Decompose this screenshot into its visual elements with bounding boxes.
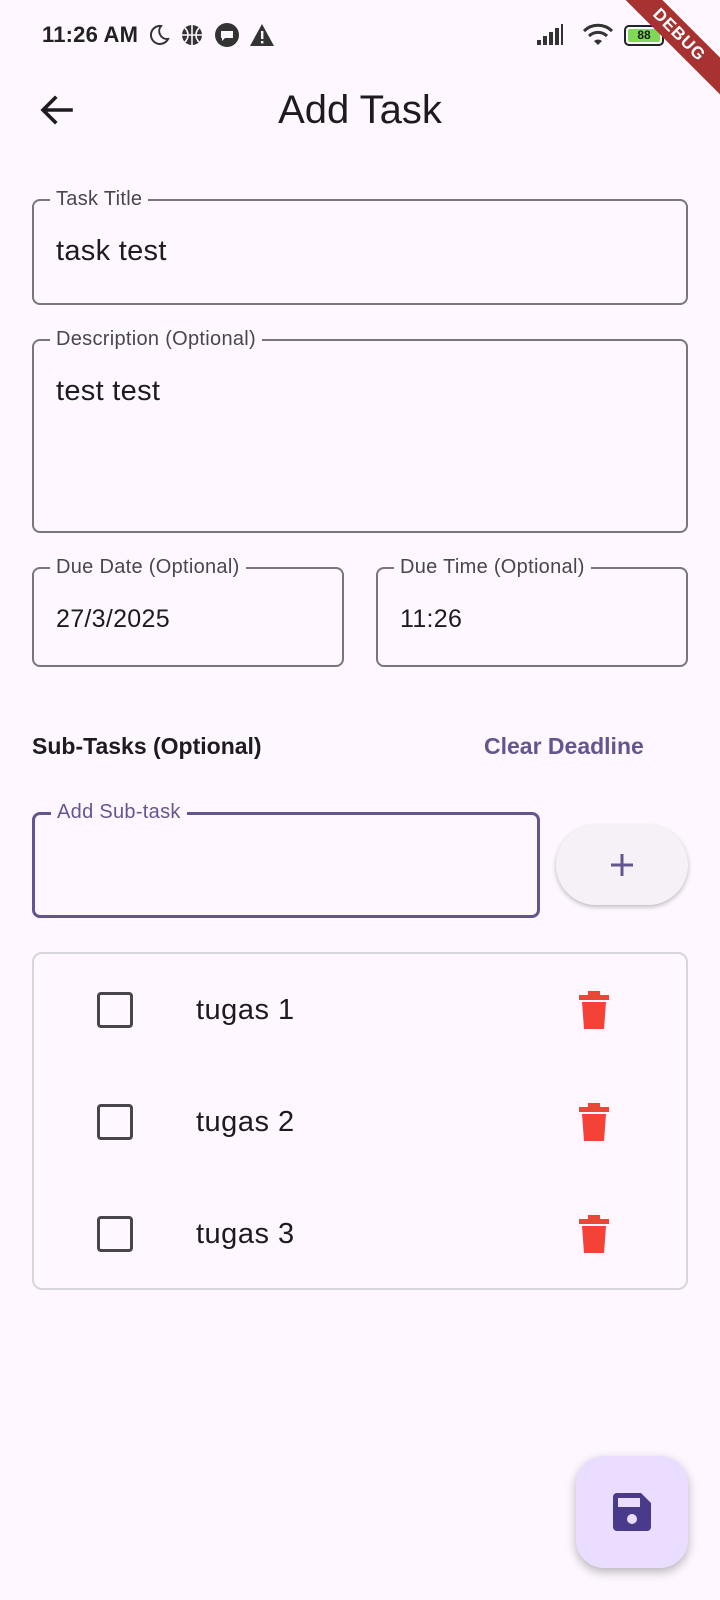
due-date-label: Due Date (Optional) [50, 556, 246, 579]
description-value: test test [56, 375, 161, 407]
wifi-icon [583, 22, 613, 48]
due-date-field[interactable]: Due Date (Optional) 27/3/2025 [32, 556, 344, 667]
subtask-checkbox[interactable] [97, 992, 133, 1028]
warning-icon [249, 22, 275, 48]
subtask-item: tugas 3 [34, 1178, 686, 1290]
due-time-value: 11:26 [400, 605, 463, 633]
page-title: Add Task [278, 88, 442, 132]
add-task-screen: 11:26 AM 88 DEBUG Add Task Task Title ta… [0, 0, 720, 1600]
task-title-label: Task Title [50, 188, 149, 211]
subtask-list: tugas 1 tugas 2 tugas 3 [32, 952, 688, 1290]
description-field[interactable]: Description (Optional) test test [32, 328, 688, 533]
status-bar: 11:26 AM 88 DEBUG [0, 0, 720, 105]
add-subtask-input[interactable] [57, 845, 515, 877]
due-time-field[interactable]: Due Time (Optional) 11:26 [376, 556, 688, 667]
subtask-checkbox[interactable] [97, 1216, 133, 1252]
subtask-item: tugas 2 [34, 1066, 686, 1178]
save-fab[interactable] [576, 1456, 688, 1568]
delete-subtask-button[interactable] [574, 1214, 614, 1254]
trash-icon [579, 1215, 609, 1253]
save-icon [613, 1493, 651, 1531]
subtask-checkbox[interactable] [97, 1104, 133, 1140]
subtask-item: tugas 1 [34, 954, 686, 1066]
task-title-field[interactable]: Task Title task test [32, 188, 688, 305]
signal-icon [535, 22, 565, 48]
add-subtask-label: Add Sub-task [51, 801, 187, 824]
plus-icon [611, 854, 633, 876]
add-subtask-button[interactable] [556, 825, 688, 905]
trash-icon [579, 991, 609, 1029]
due-time-label: Due Time (Optional) [394, 556, 591, 579]
subtask-label: tugas 3 [196, 1218, 295, 1250]
moon-icon [146, 22, 172, 48]
basketball-icon [179, 22, 205, 48]
task-title-value: task test [56, 235, 167, 267]
delete-subtask-button[interactable] [574, 1102, 614, 1142]
subtask-label: tugas 2 [196, 1106, 295, 1138]
add-subtask-field[interactable]: Add Sub-task [32, 801, 540, 918]
status-time: 11:26 AM [42, 22, 139, 47]
battery-level: 88 [628, 29, 660, 42]
delete-subtask-button[interactable] [574, 990, 614, 1030]
clear-deadline-button[interactable]: Clear Deadline [478, 733, 650, 760]
subtask-label: tugas 1 [196, 994, 295, 1026]
message-icon [214, 22, 240, 48]
description-label: Description (Optional) [50, 328, 263, 351]
app-bar: Add Task [0, 72, 720, 150]
trash-icon [579, 1103, 609, 1141]
subtasks-section-title: Sub-Tasks (Optional) [32, 733, 262, 759]
due-date-value: 27/3/2025 [56, 605, 170, 633]
